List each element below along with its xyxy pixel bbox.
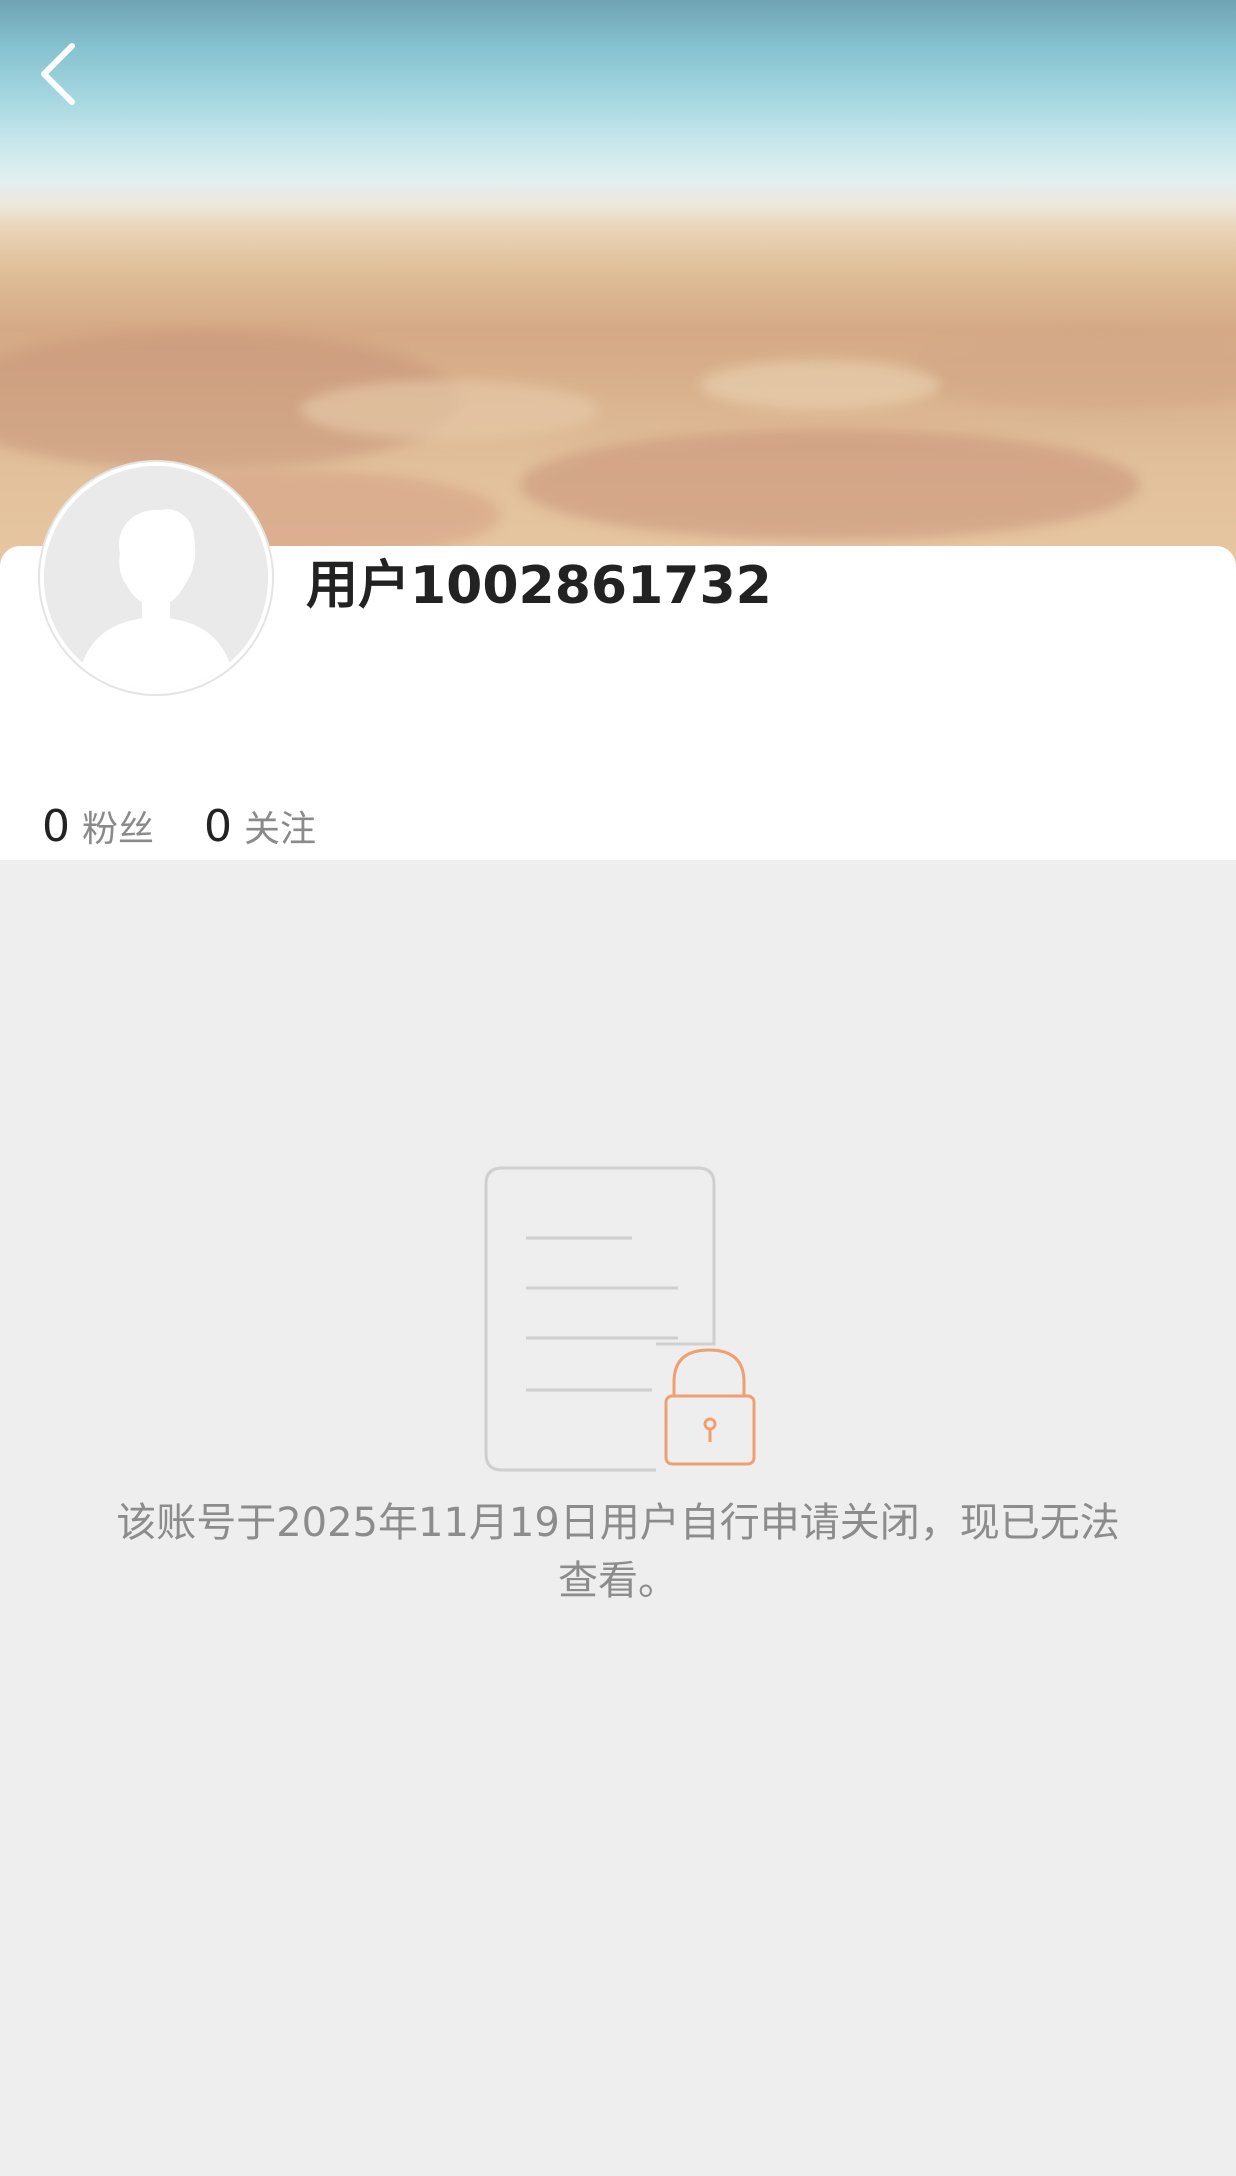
chevron-left-icon [41, 43, 75, 105]
back-button[interactable] [28, 36, 92, 112]
default-avatar-icon [44, 466, 268, 690]
following-label: 关注 [244, 809, 317, 850]
avatar[interactable] [40, 462, 272, 694]
account-closed-message: 该账号于2025年11月19日用户自行申请关闭，现已无法查看。 [116, 1500, 1120, 1604]
profile-stats: 0 粉丝 0 关注 [42, 800, 366, 862]
followers-label: 粉丝 [82, 809, 155, 850]
following-count: 0 [204, 801, 233, 852]
locked-document-illustration [480, 1164, 760, 1480]
following-stat[interactable]: 0 关注 [204, 800, 316, 852]
followers-count: 0 [42, 801, 70, 852]
locked-document-icon [484, 1166, 756, 1472]
username: 用户1002861732 [306, 556, 772, 616]
followers-stat[interactable]: 0 粉丝 [42, 800, 154, 852]
